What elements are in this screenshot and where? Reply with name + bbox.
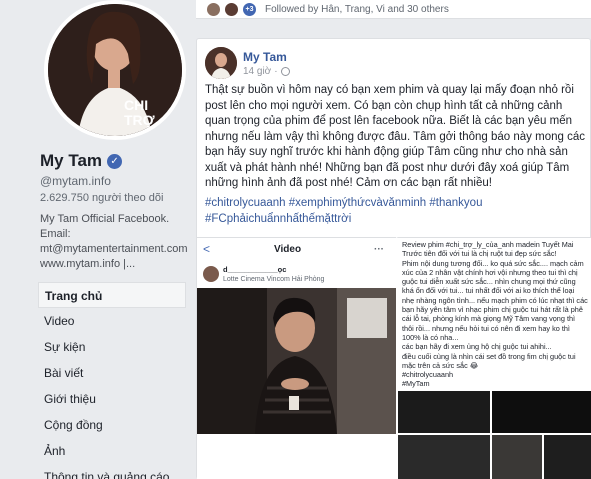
more-dots-icon: ···	[374, 243, 384, 255]
profile-picture[interactable]: CHI TRỢ	[44, 0, 186, 140]
video-user-name: d____________ọc	[223, 264, 287, 274]
video-topbar: < Video ···	[197, 238, 396, 260]
friend-avatar[interactable]	[206, 1, 221, 17]
page-name[interactable]: My Tam ✓	[40, 151, 123, 171]
followers-count: 2.629.750 người theo dõi	[40, 192, 164, 204]
video-title: Video	[274, 243, 302, 255]
page-about: My Tam Official Facebook. Email: mt@myta…	[40, 212, 192, 272]
page-nav: Trang chủ Video Sự kiện Bài viết Giới th…	[38, 282, 186, 479]
page-sidebar: CHI TRỢ My Tam ✓ @mytam.info 2.629.750 n…	[0, 0, 192, 479]
globe-icon	[280, 67, 290, 76]
video-frame[interactable]	[197, 288, 396, 434]
nav-item-about[interactable]: Giới thiệu	[38, 386, 186, 412]
review-text: Review phim #chi_trợ_ly_của_anh madein T…	[402, 240, 588, 389]
about-email-link[interactable]: mt@mytamentertainment.com	[40, 242, 192, 257]
verified-badge-icon: ✓	[107, 153, 123, 169]
page-handle[interactable]: @mytam.info	[40, 174, 111, 188]
thumbnail[interactable]	[398, 435, 490, 479]
post-meta: 14 giờ ·	[243, 66, 290, 77]
review-thumbnails	[398, 391, 591, 479]
followed-by-text: Followed by Hân, Trang, Vi and 30 others	[265, 3, 449, 15]
post-media-left[interactable]: < Video ··· d____________ọc Lotte Cinema…	[197, 237, 396, 479]
page-name-text[interactable]: My Tam	[40, 151, 102, 171]
nav-item-photos[interactable]: Ảnh	[38, 438, 186, 464]
video-user-row: d____________ọc Lotte Cinema Vincom Hải …	[197, 260, 396, 288]
friend-avatar[interactable]	[224, 1, 239, 17]
nav-item-info-ads[interactable]: Thông tin và quảng cáo	[38, 464, 186, 479]
video-location: Lotte Cinema Vincom Hải Phòng	[223, 275, 325, 283]
post-card: My Tam 14 giờ · Thật sự buồn vì hôm nay …	[196, 38, 591, 479]
thumbnail[interactable]	[492, 435, 542, 479]
post-media-right[interactable]: Review phim #chi_trợ_ly_của_anh madein T…	[396, 237, 591, 479]
svg-text:TRỢ: TRỢ	[124, 112, 155, 128]
nav-item-videos[interactable]: Video	[38, 308, 186, 334]
nav-item-home[interactable]: Trang chủ	[38, 282, 186, 308]
nav-item-posts[interactable]: Bài viết	[38, 360, 186, 386]
video-user-avatar	[203, 266, 219, 282]
followed-by-strip[interactable]: +3 Followed by Hân, Trang, Vi and 30 oth…	[196, 0, 591, 19]
about-website-link[interactable]: www.mytam.info |...	[40, 257, 192, 272]
nav-item-community[interactable]: Cộng đồng	[38, 412, 186, 438]
post-time[interactable]: 14 giờ	[243, 66, 271, 77]
post-author-name[interactable]: My Tam	[243, 50, 290, 64]
post-hashtags[interactable]: #chitrolycuaanh #xemphimýthứcvàvănminh #…	[205, 196, 587, 227]
post-author-avatar[interactable]	[205, 47, 237, 79]
cover-text: CHI	[124, 97, 148, 113]
thumbnail[interactable]	[544, 435, 591, 479]
about-line: My Tam Official Facebook.	[40, 213, 170, 225]
thumbnail[interactable]	[492, 391, 591, 433]
post-body: Thật sự buồn vì hôm nay có bạn xem phim …	[205, 84, 585, 189]
thumbnail[interactable]	[398, 391, 490, 433]
more-friends-badge[interactable]: +3	[242, 1, 257, 17]
post-header: My Tam 14 giờ ·	[205, 47, 290, 79]
about-line: Email:	[40, 228, 71, 240]
nav-item-events[interactable]: Sự kiện	[38, 334, 186, 360]
back-arrow-icon: <	[203, 242, 211, 256]
